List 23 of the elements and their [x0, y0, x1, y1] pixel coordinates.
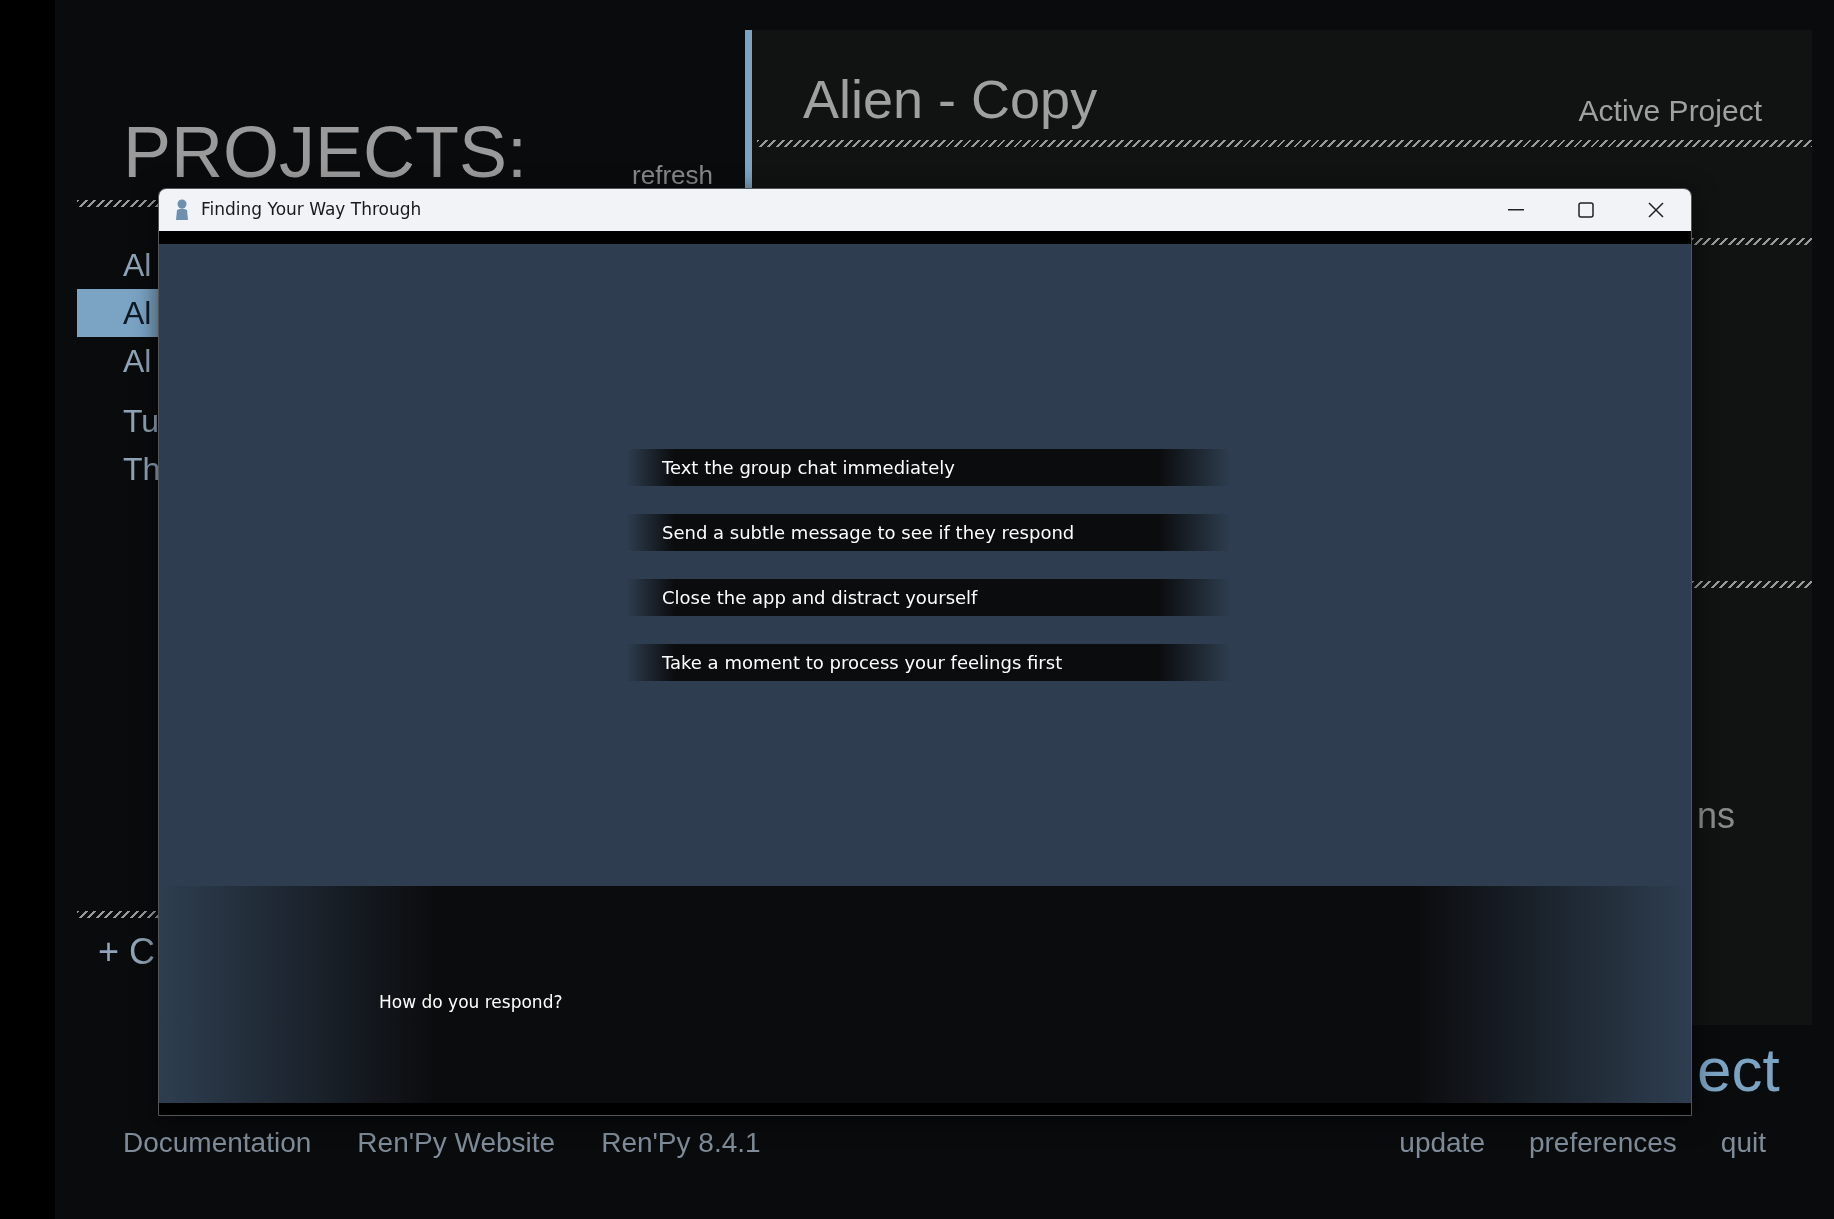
- footer-link[interactable]: update: [1399, 1122, 1485, 1164]
- figure-icon: [173, 199, 191, 221]
- project-item[interactable]: Tu: [77, 397, 158, 445]
- project-item[interactable]: Al: [77, 241, 158, 289]
- minimize-icon: [1508, 209, 1524, 211]
- dialogue-text: How do you respond?: [379, 990, 563, 1014]
- footer-link[interactable]: preferences: [1528, 1122, 1677, 1164]
- create-project-link[interactable]: + C: [98, 934, 158, 970]
- footer-link[interactable]: Ren'Py 8.4.1: [601, 1122, 761, 1164]
- footer-link[interactable]: Documentation: [123, 1122, 312, 1164]
- project-item[interactable]: Al: [77, 289, 158, 337]
- project-item[interactable]: Al: [77, 337, 158, 385]
- maximize-icon: [1578, 202, 1594, 218]
- footer-link[interactable]: Ren'Py Website: [357, 1122, 556, 1164]
- refresh-link[interactable]: refresh: [632, 162, 713, 188]
- project-item[interactable]: Th: [77, 445, 158, 493]
- project-status: Active Project: [1578, 96, 1762, 126]
- panel-label[interactable]: ns: [1697, 798, 1812, 834]
- window-title: Finding Your Way Through: [201, 198, 422, 222]
- projects-heading: PROJECTS:: [123, 116, 528, 188]
- close-icon: [1648, 202, 1664, 218]
- footer-link[interactable]: quit: [1720, 1122, 1766, 1164]
- launch-project-button[interactable]: ect: [1697, 1039, 1780, 1101]
